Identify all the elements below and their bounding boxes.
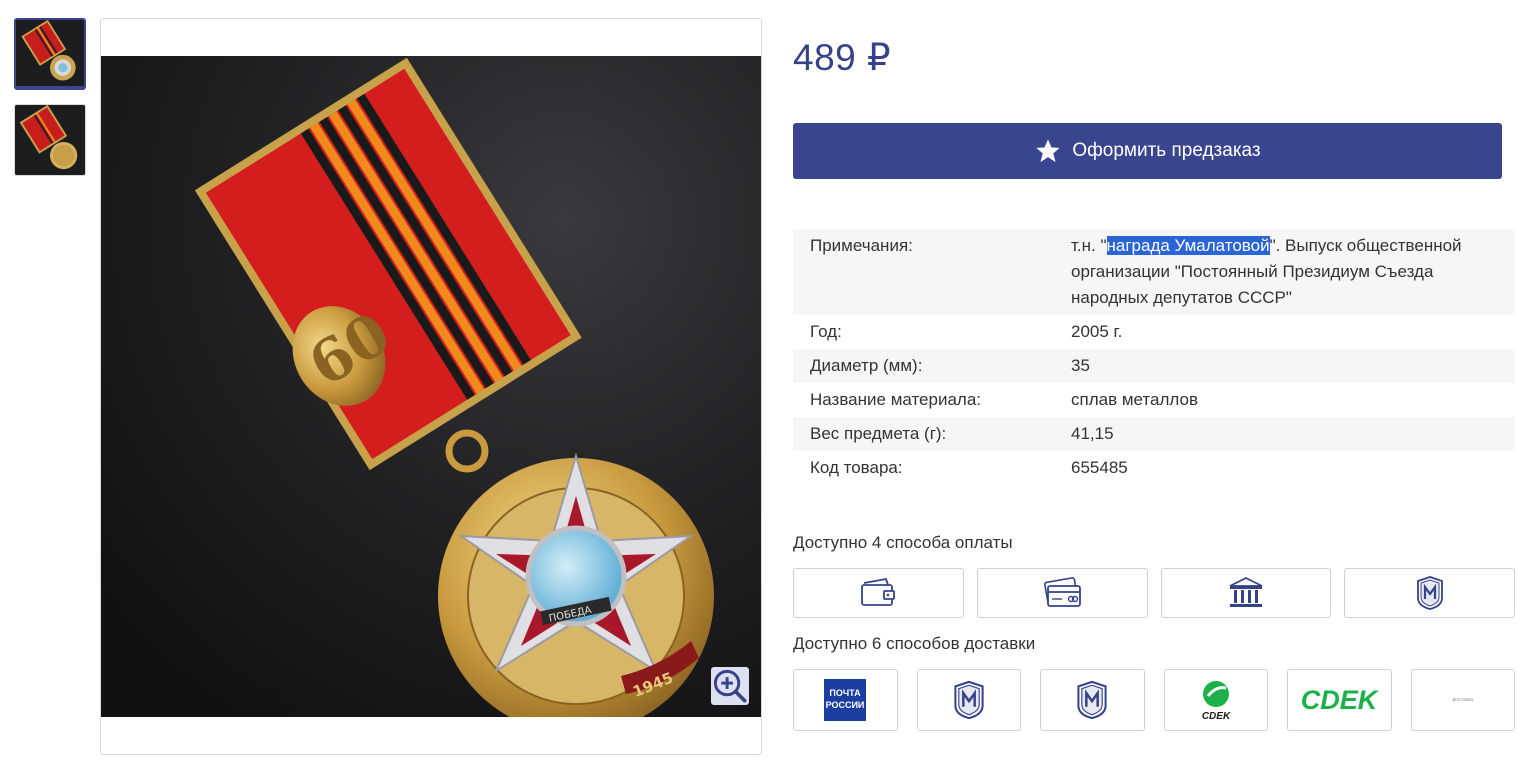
shop-logo-icon	[954, 680, 984, 720]
star-icon	[1034, 137, 1062, 165]
spec-value: 35	[1071, 356, 1090, 375]
spec-row-diameter: Диаметр (мм): 35	[793, 349, 1515, 383]
thumbnail-list	[14, 18, 88, 190]
medal-image: 60 ПОБЕДА 1945	[101, 56, 761, 717]
spec-key: Диаметр (мм):	[810, 356, 923, 375]
spec-row-notes: Примечания: т.н. "награда Умалатовой". В…	[793, 229, 1515, 315]
product-gallery: 60 ПОБЕДА 1945	[100, 18, 762, 755]
svg-text:РОССИИ: РОССИИ	[826, 700, 865, 710]
spec-value: сплав металлов	[1071, 390, 1198, 409]
spec-row-year: Год: 2005 г.	[793, 315, 1515, 349]
spec-row-weight: Вес предмета (г): 41,15	[793, 417, 1515, 451]
payment-wallet[interactable]	[793, 568, 964, 618]
delivery-shop-1[interactable]	[916, 669, 1021, 731]
russian-post-logo: ПОЧТА РОССИИ	[824, 679, 867, 721]
spec-value: т.н. "награда Умалатовой". Выпуск общест…	[1071, 233, 1515, 311]
card-icon	[1044, 577, 1082, 607]
spec-value: 41,15	[1071, 424, 1114, 443]
delivery-title: Доступно 6 способов доставки	[793, 634, 1036, 653]
zoom-button[interactable]	[711, 667, 749, 705]
payment-methods	[793, 568, 1515, 618]
other-delivery-logo: доставка	[1452, 697, 1474, 703]
payment-card[interactable]	[976, 568, 1148, 618]
thumbnail-1[interactable]	[14, 18, 86, 90]
medal-front-thumb	[17, 20, 83, 86]
delivery-cdek-round[interactable]: СDEK	[1163, 669, 1268, 731]
spec-key: Код товара:	[810, 458, 903, 477]
spec-value: 2005 г.	[1071, 322, 1123, 341]
spec-key: Год:	[810, 322, 842, 341]
cdek-round-logo: СDEK	[1202, 681, 1231, 722]
delivery-cdek[interactable]: CDEK	[1287, 669, 1392, 731]
svg-text:ПОЧТА: ПОЧТА	[830, 688, 862, 698]
bank-icon	[1229, 576, 1263, 607]
spec-value: 655485	[1071, 458, 1128, 477]
delivery-methods: ПОЧТА РОССИИ СDEK CDEK доставка	[793, 669, 1515, 731]
wallet-icon	[861, 577, 896, 606]
spec-key: Вес предмета (г):	[810, 424, 947, 443]
preorder-button[interactable]: Оформить предзаказ	[793, 123, 1502, 179]
shop-logo-icon	[1077, 680, 1107, 720]
payment-bank[interactable]	[1160, 568, 1332, 618]
thumbnail-2[interactable]	[14, 104, 86, 176]
delivery-russian-post[interactable]: ПОЧТА РОССИИ	[793, 669, 898, 731]
selected-text: награда Умалатовой	[1106, 236, 1270, 255]
svg-text:СDEK: СDEK	[1202, 711, 1231, 722]
spec-row-code: Код товара: 655485	[793, 451, 1515, 485]
preorder-label: Оформить предзаказ	[1072, 140, 1261, 161]
zoom-in-icon	[713, 669, 747, 703]
medal-back-thumb	[15, 105, 85, 175]
product-price: 489 ₽	[793, 37, 892, 78]
specs-table: Примечания: т.н. "награда Умалатовой". В…	[793, 229, 1515, 485]
delivery-shop-2[interactable]	[1040, 669, 1145, 731]
shop-logo-icon	[1416, 576, 1443, 610]
product-photo[interactable]: 60 ПОБЕДА 1945	[101, 56, 761, 717]
svg-text:CDEK: CDEK	[1301, 685, 1380, 715]
spec-value-text: т.н. "	[1071, 236, 1107, 255]
spec-key: Примечания:	[810, 236, 913, 255]
delivery-other[interactable]: доставка	[1410, 669, 1515, 731]
payment-title: Доступно 4 способа оплаты	[793, 533, 1013, 552]
spec-key: Название материала:	[810, 390, 982, 409]
cdek-logo: CDEK	[1301, 685, 1380, 715]
payment-shop[interactable]	[1344, 568, 1515, 618]
spec-row-material: Название материала: сплав металлов	[793, 383, 1515, 417]
